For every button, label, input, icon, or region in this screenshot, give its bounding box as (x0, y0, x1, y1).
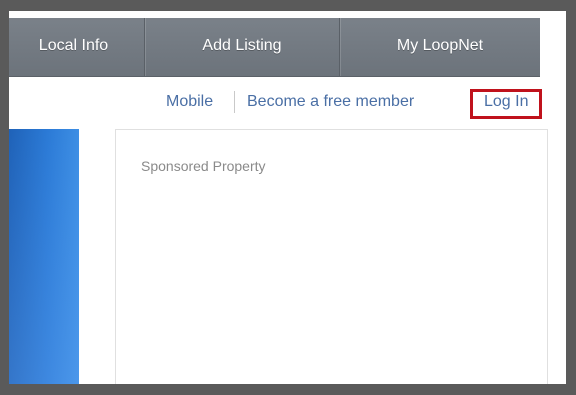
become-member-link[interactable]: Become a free member (247, 93, 414, 111)
sponsored-property-label: Sponsored Property (141, 158, 266, 174)
utility-divider (234, 91, 235, 113)
login-link[interactable]: Log In (484, 93, 528, 111)
nav-item-local-info[interactable]: Local Info (9, 18, 144, 76)
nav-item-my-loopnet[interactable]: My LoopNet (340, 18, 540, 76)
top-navigation-bar: Local Info Add Listing My LoopNet (9, 18, 540, 77)
mobile-link[interactable]: Mobile (166, 93, 213, 111)
sponsored-property-card: Sponsored Property (115, 129, 548, 384)
nav-item-add-listing[interactable]: Add Listing (145, 18, 339, 76)
screenshot-frame: Local Info Add Listing My LoopNet Mobile… (0, 0, 576, 395)
blue-banner-panel (9, 129, 79, 384)
browser-viewport: Local Info Add Listing My LoopNet Mobile… (9, 11, 566, 384)
utility-links-row: Mobile Become a free member Log In (9, 87, 566, 121)
